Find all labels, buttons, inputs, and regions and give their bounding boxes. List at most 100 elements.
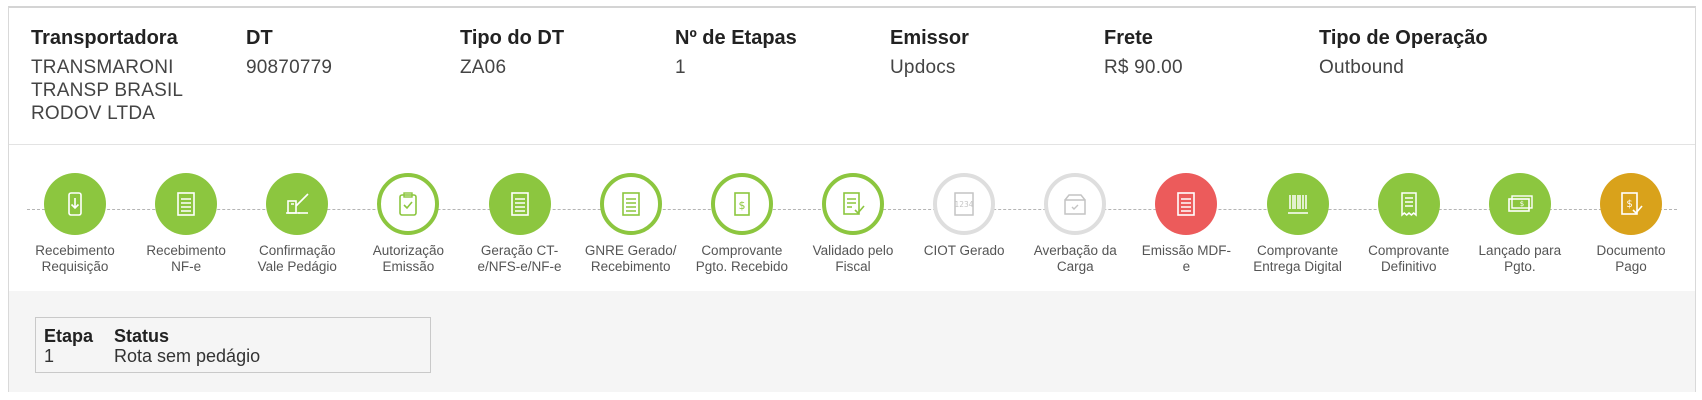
field-value: Updocs <box>890 57 956 78</box>
process-step[interactable]: $ Lançado para Pgto. <box>1465 173 1575 275</box>
field-emissor: Emissor Updocs <box>890 26 969 79</box>
process-step[interactable]: Recebimento Requisição <box>20 173 130 275</box>
step-status-circle: $ <box>1488 173 1551 235</box>
step-label-line: Pago <box>1615 259 1647 274</box>
barcode-icon <box>1283 189 1313 219</box>
step-status-circle <box>266 173 329 235</box>
process-step[interactable]: Recebimento NF-e <box>131 173 241 275</box>
step-label: Recebimento NF-e <box>131 243 241 275</box>
step-label: Validado pelo Fiscal <box>798 243 908 275</box>
column-header-etapa: Etapa <box>44 326 94 346</box>
step-label: Lançado para Pgto. <box>1465 243 1575 275</box>
step-label-line: Definitivo <box>1380 259 1437 274</box>
process-step[interactable]: Averbação da Carga <box>1020 173 1130 275</box>
step-label-line: Comprovante <box>1368 243 1450 258</box>
step-status-circle <box>1044 173 1107 235</box>
step-label: Geração CT-e/NFS-e/NF-e <box>465 243 575 275</box>
step-label-line: e/NFS-e/NF-e <box>477 259 562 274</box>
step-label-line: Recebimento <box>146 243 226 258</box>
svg-text:1234: 1234 <box>955 200 974 209</box>
document-icon <box>505 189 535 219</box>
step-label-line: Recebimento <box>590 259 671 274</box>
step-label: Comprovante Pgto. Recebido <box>687 243 797 275</box>
cell-etapa: 1 <box>44 346 55 366</box>
step-label-line: Confirmação <box>259 243 336 258</box>
step-label-line: Documento <box>1596 243 1666 258</box>
doc-check-icon <box>838 189 868 219</box>
field-tipo-dt: Tipo do DT ZA06 <box>460 26 564 79</box>
step-label: Recebimento Requisição <box>20 243 130 275</box>
document-icon <box>171 189 201 219</box>
svg-text:$: $ <box>738 199 745 212</box>
step-status-circle <box>822 173 884 235</box>
step-label-line: Carga <box>1056 259 1094 274</box>
process-step[interactable]: GNRE Gerado/Recebimento <box>576 173 686 275</box>
step-label-line: NF-e <box>171 259 202 274</box>
cell-status: Rota sem pedágio <box>114 346 261 366</box>
process-stepper: Recebimento Requisição Recebimento NF-e Conf… <box>9 145 1695 291</box>
step-status-circle: $ <box>710 173 773 235</box>
banknote-icon: $ <box>1505 189 1535 219</box>
process-step[interactable]: Autorização Emissão <box>353 173 463 275</box>
step-label-line: Entrega Digital <box>1253 259 1342 274</box>
receipt-icon <box>1394 189 1424 219</box>
step-label-line: Geração CT- <box>480 243 559 258</box>
field-frete: Frete R$ 90.00 <box>1104 26 1183 79</box>
step-label-line: Comprovante <box>1257 243 1339 258</box>
step-label-line: CIOT Gerado <box>923 243 1005 258</box>
step-label-line: Recebimento <box>35 243 115 258</box>
step-label: CIOT Gerado <box>909 243 1019 259</box>
transportadora-line: RODOV LTDA <box>31 103 156 124</box>
field-label: Frete <box>1104 27 1153 49</box>
dt-info-header: Transportadora TRANSMARONI TRANSP BRASIL… <box>9 8 1695 145</box>
field-label: DT <box>246 27 273 49</box>
status-table: Etapa Status 1 Rota sem pedágio <box>35 317 431 373</box>
step-status-circle <box>599 173 662 235</box>
step-label-line: Lançado para <box>1478 243 1562 258</box>
field-transportadora: Transportadora TRANSMARONI TRANSP BRASIL… <box>31 26 183 125</box>
step-label-line: Averbação da <box>1033 243 1117 258</box>
field-label: Emissor <box>890 27 969 49</box>
field-label: Nº de Etapas <box>675 27 797 49</box>
step-label: Confirmação Vale Pedágio <box>242 243 352 275</box>
svg-text:$: $ <box>1626 199 1632 210</box>
dt-detail-card: Transportadora TRANSMARONI TRANSP BRASIL… <box>8 6 1696 392</box>
download-doc-icon <box>60 189 90 219</box>
process-step[interactable]: Comprovante Definitivo <box>1354 173 1464 275</box>
field-value: ZA06 <box>460 57 507 78</box>
step-status-circle <box>155 173 218 235</box>
step-status-circle <box>44 173 106 235</box>
field-value: 1 <box>675 57 686 78</box>
field-tipo-operacao: Tipo de Operação Outbound <box>1319 26 1488 79</box>
step-status-circle <box>488 173 551 235</box>
field-dt: DT 90870779 <box>246 26 332 79</box>
process-step[interactable]: Comprovante Entrega Digital <box>1243 173 1353 275</box>
step-label-line: Vale Pedágio <box>257 259 337 274</box>
step-label: Documento Pago <box>1576 243 1686 275</box>
step-label: Autorização Emissão <box>353 243 463 275</box>
process-step[interactable]: Validado pelo Fiscal <box>798 173 908 275</box>
process-step[interactable]: $ Comprovante Pgto. Recebido <box>687 173 797 275</box>
clipboard-check-icon <box>393 189 423 219</box>
step-status-circle <box>1266 173 1329 235</box>
step-label-line: Pgto. <box>1504 259 1536 274</box>
svg-text:$: $ <box>1520 200 1524 208</box>
step-label-line: Validado pelo <box>812 243 894 258</box>
field-value: Outbound <box>1319 57 1405 78</box>
dollar-doc-check-icon: $ <box>1616 189 1646 219</box>
process-step[interactable]: Geração CT-e/NFS-e/NF-e <box>465 173 575 275</box>
ciot-1234-icon: 1234 <box>949 189 979 219</box>
process-step[interactable]: $ Documento Pago <box>1576 173 1686 275</box>
step-status-panel: Etapa Status 1 Rota sem pedágio <box>9 291 1695 392</box>
field-label: Tipo do DT <box>460 27 565 49</box>
field-label: Transportadora <box>31 27 178 49</box>
step-status-circle <box>1377 173 1440 235</box>
step-label: Comprovante Definitivo <box>1354 243 1464 275</box>
process-step[interactable]: Confirmação Vale Pedágio <box>242 173 352 275</box>
step-label-line: Requisição <box>41 259 109 274</box>
step-label: Averbação da Carga <box>1020 243 1130 275</box>
toll-booth-icon <box>282 189 312 219</box>
column-header-status: Status <box>114 326 170 346</box>
process-step[interactable]: Emissão MDF-e <box>1131 173 1241 275</box>
process-step[interactable]: 1234 CIOT Gerado <box>909 173 1019 259</box>
